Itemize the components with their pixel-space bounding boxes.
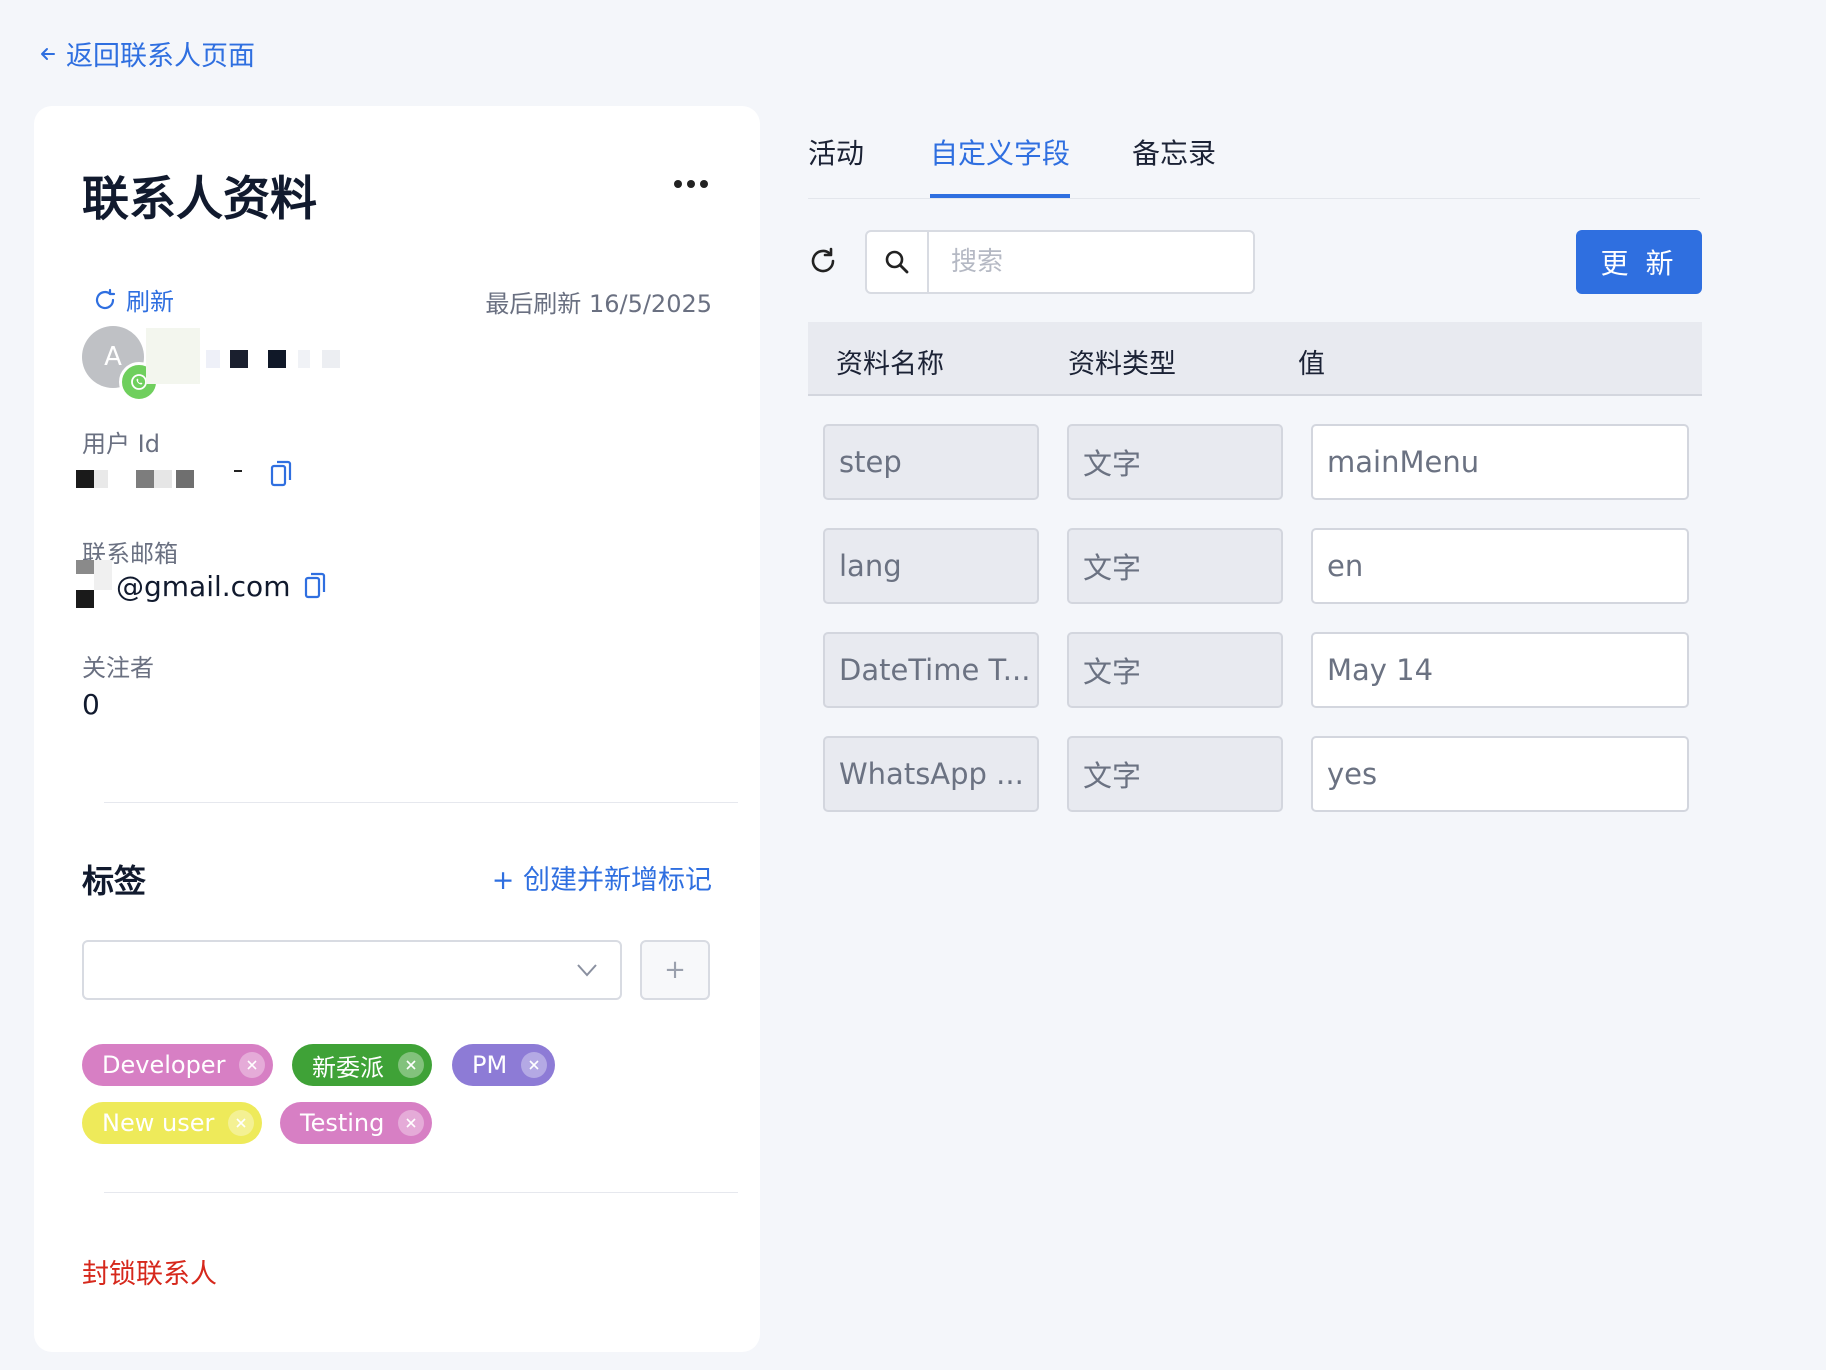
remove-tag-icon[interactable] <box>521 1052 548 1078</box>
redacted-email-prefix <box>76 554 112 614</box>
tag-pm: PM <box>452 1044 556 1086</box>
followers-value: 0 <box>82 688 100 721</box>
email-value: @gmail.com <box>116 570 291 603</box>
search-input[interactable] <box>929 232 1253 292</box>
followers-label: 关注者 <box>82 654 154 682</box>
search-icon[interactable] <box>867 232 929 292</box>
field-type-cell: 文字 <box>1067 424 1283 500</box>
field-type-cell: 文字 <box>1067 528 1283 604</box>
tag-label: Testing <box>300 1109 385 1137</box>
refresh-icon <box>95 288 116 309</box>
field-name-cell: step <box>823 424 1039 500</box>
user-id-label: 用户 Id <box>82 430 160 458</box>
refresh-button[interactable]: 刷新 <box>92 282 174 317</box>
arrow-left-icon <box>41 47 55 60</box>
contact-profile-card: 联系人资料 刷新 最后刷新 16/5/2025 A 用户 Id 联系邮箱 @gm… <box>34 106 760 1352</box>
reload-icon[interactable] <box>808 246 838 276</box>
remove-tag-icon[interactable] <box>239 1052 266 1078</box>
back-link-label: 返回联系人页面 <box>66 41 255 72</box>
copy-email-icon[interactable] <box>304 572 326 600</box>
last-refresh-time: 最后刷新 16/5/2025 <box>485 290 712 318</box>
field-value-input[interactable]: May 14 <box>1311 632 1689 708</box>
divider <box>104 802 738 803</box>
field-value-input[interactable]: mainMenu <box>1311 424 1689 500</box>
tab-activity[interactable]: 活动 <box>808 132 864 198</box>
field-type-cell: 文字 <box>1067 632 1283 708</box>
update-button[interactable]: 更 新 <box>1576 230 1702 294</box>
field-value-input[interactable]: yes <box>1311 736 1689 812</box>
remove-tag-icon[interactable] <box>228 1110 255 1136</box>
tags-title: 标签 <box>82 862 147 900</box>
tab-custom-fields[interactable]: 自定义字段 <box>930 132 1071 198</box>
tag-label: Developer <box>102 1051 226 1079</box>
profile-title: 联系人资料 <box>82 172 317 227</box>
tag-label: 新委派 <box>312 1053 384 1082</box>
field-value-input[interactable]: en <box>1311 528 1689 604</box>
tag-label: PM <box>472 1051 508 1079</box>
tag-select[interactable] <box>82 940 622 1000</box>
tag-testing: Testing <box>280 1102 433 1144</box>
column-header-field-name: 资料名称 <box>836 349 944 380</box>
search-box <box>865 230 1255 294</box>
column-header-value: 值 <box>1298 349 1325 380</box>
field-name-cell: lang <box>823 528 1039 604</box>
redacted-user-id <box>76 468 246 490</box>
tag-new-user: New user <box>82 1102 263 1144</box>
avatar-initial: A <box>104 342 122 372</box>
more-options-icon[interactable] <box>674 180 708 188</box>
redacted-contact-name <box>146 328 386 384</box>
table-header: 资料名称 资料类型 值 <box>808 322 1702 396</box>
tag-label: New user <box>102 1109 215 1137</box>
field-name-cell: DateTime T... <box>823 632 1039 708</box>
back-to-contacts-link[interactable]: 返回联系人页面 <box>38 34 255 73</box>
divider <box>104 1192 738 1193</box>
tab-bar: 活动 自定义字段 备忘录 <box>808 132 1700 199</box>
create-tag-link[interactable]: + 创建并新增标记 <box>492 858 712 897</box>
tag-developer: Developer <box>82 1044 274 1086</box>
remove-tag-icon[interactable] <box>398 1052 424 1078</box>
column-header-field-type: 资料类型 <box>1068 349 1176 380</box>
copy-user-id-icon[interactable] <box>270 460 292 488</box>
refresh-label: 刷新 <box>126 288 174 316</box>
field-name-cell: WhatsApp ... <box>823 736 1039 812</box>
tag-new-assignment: 新委派 <box>292 1044 432 1086</box>
block-contact-button[interactable]: 封锁联系人 <box>82 1252 217 1291</box>
chevron-down-icon <box>577 964 597 977</box>
field-type-cell: 文字 <box>1067 736 1283 812</box>
add-tag-button[interactable]: + <box>640 940 710 1000</box>
remove-tag-icon[interactable] <box>398 1110 425 1136</box>
tab-notes[interactable]: 备忘录 <box>1132 132 1216 198</box>
